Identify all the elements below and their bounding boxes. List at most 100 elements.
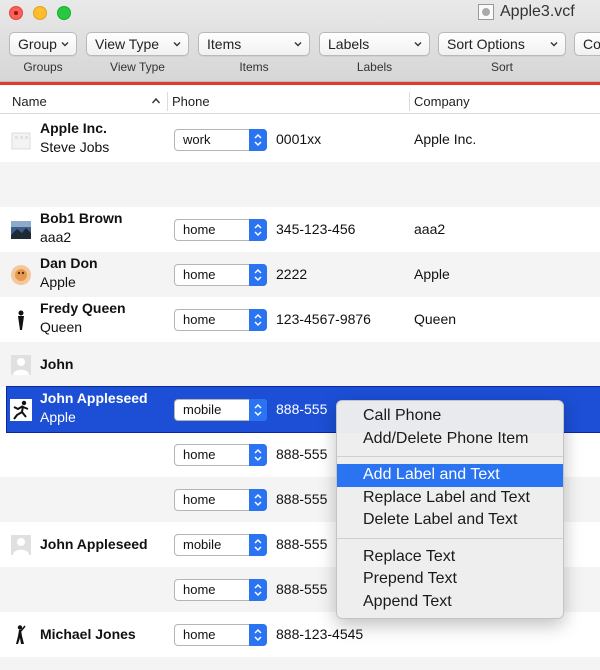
- building-icon: [11, 132, 31, 150]
- items-popup[interactable]: Items: [198, 32, 310, 56]
- column-separator[interactable]: [167, 92, 168, 111]
- contact-subtitle: Steve Jobs: [40, 139, 110, 155]
- labels-popup[interactable]: Labels: [319, 32, 430, 56]
- table-row[interactable]: Fredy Queen Queen home 123-4567-9876 Que…: [0, 297, 600, 342]
- column-header-phone[interactable]: Phone: [172, 89, 210, 114]
- phone-label-popup[interactable]: home: [174, 579, 267, 601]
- company-name: aaa2: [414, 221, 446, 237]
- phone-label-value: mobile: [183, 537, 222, 552]
- minimize-window-button[interactable]: [33, 6, 47, 20]
- phone-label-value: home: [183, 267, 216, 282]
- phone-number: 123-4567-9876: [276, 311, 371, 327]
- contact-name: John Appleseed: [40, 390, 148, 406]
- table-row[interactable]: John: [0, 342, 600, 387]
- close-window-button[interactable]: [9, 6, 23, 20]
- phone-label-popup[interactable]: mobile: [174, 534, 267, 556]
- menu-item-replace-text[interactable]: Replace Text: [337, 546, 563, 569]
- phone-number: 0001xx: [276, 131, 322, 147]
- sort-options-popup-label: Sort Options: [447, 36, 525, 52]
- sort-ascending-icon[interactable]: [151, 96, 161, 106]
- chevron-down-icon: [173, 42, 181, 47]
- contact-name: Dan Don: [40, 255, 98, 271]
- toolbar-label-labels: Labels: [356, 60, 393, 74]
- table-row[interactable]: Apple Inc. Steve Jobs work 0001xx Apple …: [0, 117, 600, 162]
- phone-label-popup[interactable]: home: [174, 264, 267, 286]
- columns-popup-label: Co: [583, 36, 600, 52]
- chevron-down-icon: [61, 42, 69, 47]
- group-popup[interactable]: Group: [9, 32, 77, 56]
- context-menu: Call Phone Add/Delete Phone Item Add Lab…: [336, 400, 564, 619]
- phone-label-value: home: [183, 627, 216, 642]
- contact-name: John: [40, 356, 74, 372]
- columns-popup[interactable]: Co: [574, 32, 600, 56]
- window-title: Apple3.vcf: [478, 3, 575, 21]
- view-type-popup-label: View Type: [95, 36, 160, 52]
- phone-label-value: work: [183, 132, 211, 147]
- contact-name: Bob1 Brown: [40, 210, 123, 226]
- phone-label-popup[interactable]: mobile: [174, 399, 267, 421]
- photo-face-icon: [11, 265, 31, 285]
- person-placeholder-icon: [11, 355, 31, 375]
- menu-item-append-text[interactable]: Append Text: [337, 591, 563, 614]
- stepper-icon[interactable]: [249, 489, 267, 511]
- company-name: Queen: [414, 311, 457, 327]
- stepper-icon[interactable]: [249, 534, 267, 556]
- menu-separator: [337, 456, 563, 457]
- stepper-icon[interactable]: [249, 399, 267, 421]
- toolbar-label-items: Items: [239, 60, 269, 74]
- contact-subtitle: aaa2: [40, 229, 72, 245]
- stepper-icon[interactable]: [249, 309, 267, 331]
- column-header-company[interactable]: Company: [414, 89, 470, 114]
- contact-name: Michael Jones: [40, 626, 136, 642]
- stepper-icon[interactable]: [249, 219, 267, 241]
- phone-label-value: home: [183, 222, 216, 237]
- phone-label-value: home: [183, 447, 216, 462]
- phone-label-popup[interactable]: work: [174, 129, 267, 151]
- table-row[interactable]: [0, 162, 600, 207]
- menu-item-call-phone[interactable]: Call Phone: [337, 405, 563, 428]
- phone-label-popup[interactable]: home: [174, 219, 267, 241]
- person-placeholder-icon: [11, 535, 31, 555]
- runner-icon: [10, 399, 32, 421]
- table-header: Name Phone Company: [0, 89, 600, 114]
- contact-name: Fredy Queen: [40, 300, 126, 316]
- phone-label-popup[interactable]: home: [174, 489, 267, 511]
- stepper-icon[interactable]: [249, 624, 267, 646]
- table-row[interactable]: Dan Don Apple home 2222 Apple: [0, 252, 600, 297]
- phone-number: 888-555: [276, 491, 328, 507]
- table-row: [0, 657, 600, 670]
- phone-number: 2222: [276, 266, 308, 282]
- toolbar-label-sort: Sort: [490, 60, 513, 74]
- menu-item-add-label-and-text[interactable]: Add Label and Text: [337, 464, 563, 487]
- view-type-popup[interactable]: View Type: [86, 32, 189, 56]
- phone-number: 888-555: [276, 536, 328, 552]
- silhouette-icon: [18, 310, 24, 330]
- menu-item-prepend-text[interactable]: Prepend Text: [337, 568, 563, 591]
- menu-item-replace-label-and-text[interactable]: Replace Label and Text: [337, 487, 563, 510]
- stepper-icon[interactable]: [249, 579, 267, 601]
- company-name: Apple Inc.: [414, 131, 477, 147]
- phone-label-popup[interactable]: home: [174, 624, 267, 646]
- column-header-name[interactable]: Name: [12, 89, 47, 114]
- toolbar-label-view-type: View Type: [110, 60, 165, 74]
- table-row[interactable]: Bob1 Brown aaa2 home 345-123-456 aaa2: [0, 207, 600, 252]
- sort-options-popup[interactable]: Sort Options: [438, 32, 566, 56]
- toolbar-label-groups: Groups: [23, 60, 63, 74]
- document-icon: [478, 4, 494, 20]
- stepper-icon[interactable]: [249, 444, 267, 466]
- stepper-icon[interactable]: [249, 264, 267, 286]
- phone-number: 888-555: [276, 446, 328, 462]
- phone-label-popup[interactable]: home: [174, 444, 267, 466]
- group-popup-label: Group: [18, 36, 57, 52]
- menu-separator: [337, 537, 563, 539]
- phone-number: 888-555: [276, 401, 328, 417]
- phone-number: 345-123-456: [276, 221, 356, 237]
- zoom-window-button[interactable]: [57, 6, 71, 20]
- items-popup-label: Items: [207, 36, 242, 52]
- menu-item-add-delete-phone-item[interactable]: Add/Delete Phone Item: [337, 428, 563, 451]
- contact-subtitle: Queen: [40, 319, 83, 335]
- menu-item-delete-label-and-text[interactable]: Delete Label and Text: [337, 509, 563, 532]
- phone-label-popup[interactable]: home: [174, 309, 267, 331]
- stepper-icon[interactable]: [249, 129, 267, 151]
- column-separator[interactable]: [409, 92, 410, 111]
